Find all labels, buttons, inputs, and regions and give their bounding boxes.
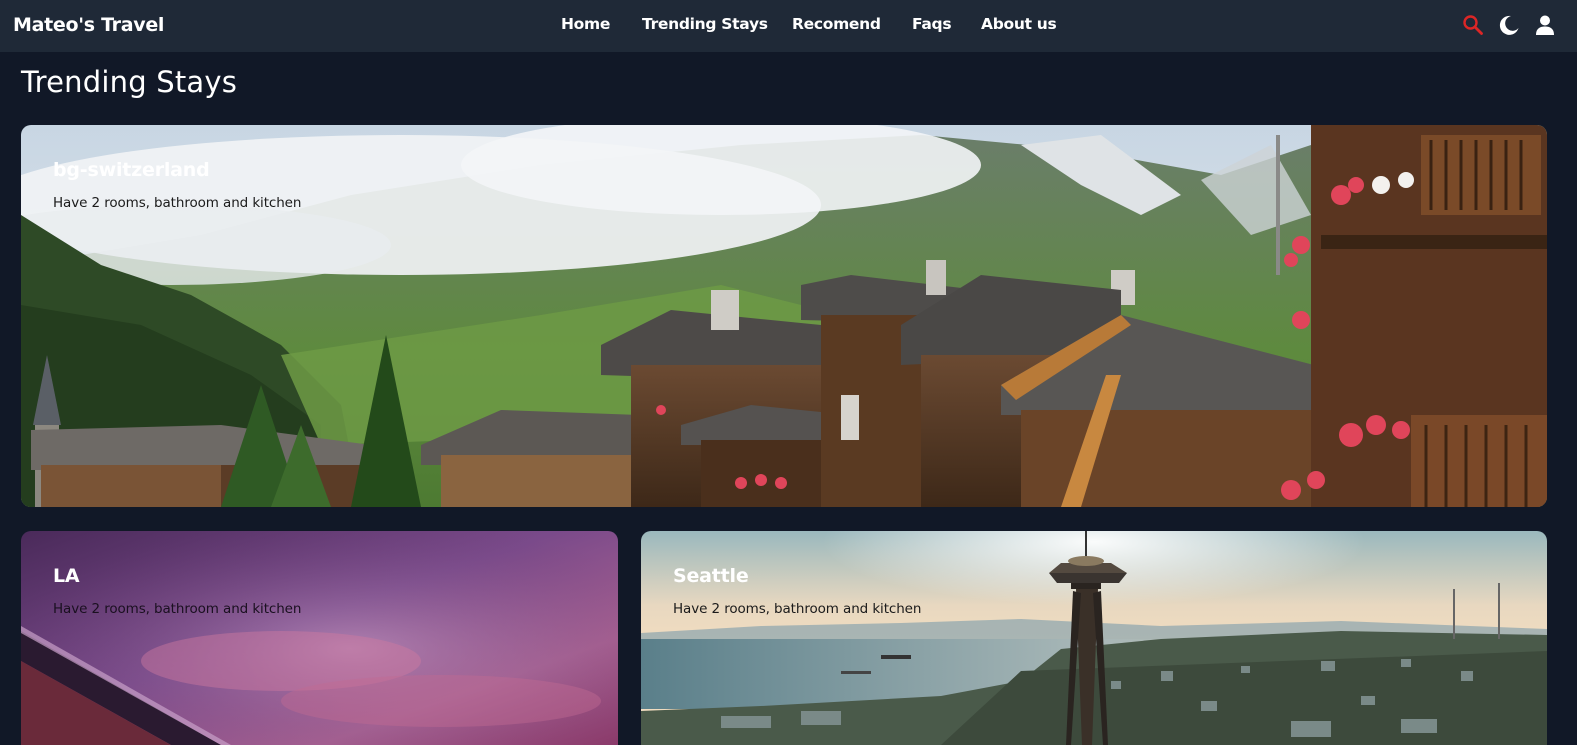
nav-link-trending-stays[interactable]: Trending Stays [642,15,768,33]
nav-link-faqs[interactable]: Faqs [912,15,952,33]
la-sunset-image [21,531,618,745]
search-icon[interactable] [1461,13,1485,37]
card-description: Have 2 rooms, bathroom and kitchen [673,601,922,617]
top-navbar: Mateo's Travel Home Trending Stays Recom… [0,0,1577,52]
swiss-village-image [21,125,1547,507]
seattle-image [641,531,1547,745]
stay-card-la[interactable]: LA Have 2 rooms, bathroom and kitchen [21,531,618,745]
user-icon[interactable] [1533,13,1557,37]
card-title: LA [53,565,80,587]
card-title: Seattle [673,565,749,587]
stay-card-switzerland[interactable]: bg-switzerland Have 2 rooms, bathroom an… [21,125,1547,507]
nav-links: Home Trending Stays Recomend Faqs About … [0,0,1577,52]
nav-link-about-us[interactable]: About us [981,15,1057,33]
card-description: Have 2 rooms, bathroom and kitchen [53,601,302,617]
card-title: bg-switzerland [53,159,210,181]
nav-link-home[interactable]: Home [561,15,610,33]
card-description: Have 2 rooms, bathroom and kitchen [53,195,302,211]
moon-icon[interactable] [1497,13,1521,37]
stay-card-seattle[interactable]: Seattle Have 2 rooms, bathroom and kitch… [641,531,1547,745]
page-title: Trending Stays [21,65,238,99]
nav-link-recomend[interactable]: Recomend [792,15,881,33]
